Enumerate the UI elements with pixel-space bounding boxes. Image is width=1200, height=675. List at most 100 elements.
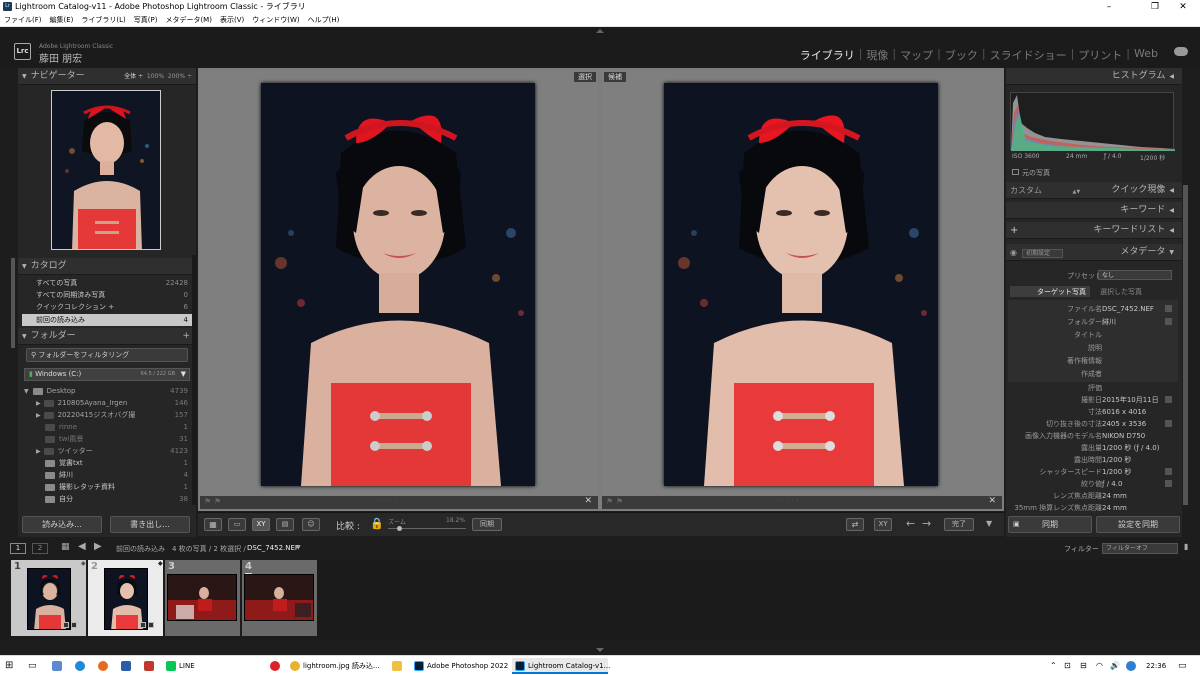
folder-row[interactable]: 覚書txt 1: [22, 457, 192, 469]
tray-chevron-icon[interactable]: ⌃: [1050, 658, 1057, 674]
metadata-preset-dropdown[interactable]: なし: [1098, 270, 1172, 280]
swap-icon[interactable]: ⇄: [846, 518, 864, 531]
left-panel-scrollbar[interactable]: [192, 255, 196, 505]
metadata-row-copyright[interactable]: 著作権情報: [1006, 355, 1176, 367]
cloud-icon[interactable]: [1174, 47, 1188, 56]
folder-row[interactable]: 自分 38: [22, 493, 192, 505]
folder-row[interactable]: ▼ Desktop 4739: [22, 385, 192, 397]
metadata-row-shutter-speed[interactable]: シャッタースピード 1/200 秒: [1006, 466, 1176, 478]
back-arrow-icon[interactable]: ◀: [78, 541, 86, 552]
taskbar-photoshop[interactable]: Adobe Photoshop 2022: [414, 658, 508, 674]
keyword-list-header[interactable]: + キーワードリスト ◀: [1006, 222, 1182, 239]
flag-icon[interactable]: ⚑: [204, 497, 211, 506]
select-pane[interactable]: 選択: [200, 70, 598, 495]
folder-row[interactable]: 撮影レタッチ資料 1: [22, 481, 192, 493]
rating-stars[interactable]: ·····: [375, 497, 400, 504]
metadata-row-creator[interactable]: 作成者: [1006, 368, 1176, 380]
left-panel-handle[interactable]: [11, 258, 15, 348]
maximize-icon[interactable]: ❐: [1142, 1, 1168, 13]
go-to-folder-icon[interactable]: [1165, 318, 1172, 325]
add-keyword-icon[interactable]: +: [1010, 222, 1018, 239]
people-view-icon[interactable]: ☺: [302, 518, 320, 531]
volume-icon[interactable]: 🔊: [1110, 658, 1120, 674]
tray-app-icon[interactable]: ⊟: [1080, 658, 1087, 674]
candidate-pane[interactable]: 候補: [602, 70, 1002, 495]
app-icon[interactable]: [121, 658, 134, 674]
toolbar-menu-chevron-icon[interactable]: ▼: [986, 519, 992, 528]
filmstrip-cell-4[interactable]: 4: [242, 560, 317, 636]
metadata-row-rating[interactable]: 評価: [1006, 382, 1176, 394]
menu-view[interactable]: 表示(V): [220, 15, 244, 25]
metadata-row-title[interactable]: タイトル: [1006, 329, 1176, 341]
module-slideshow[interactable]: スライドショー: [986, 47, 1071, 63]
reject-flag-icon[interactable]: ⚑: [214, 497, 221, 506]
metadata-row-focal-length[interactable]: レンズ焦点距離 24 mm: [1006, 490, 1176, 502]
filter-lock-icon[interactable]: ▮: [1184, 542, 1188, 551]
edge-icon[interactable]: [75, 658, 88, 674]
zoom-slider-thumb[interactable]: [397, 526, 402, 531]
metadata-row-camera-model[interactable]: 画像入力機器のモデル名 NIKON D750: [1006, 430, 1176, 442]
module-print[interactable]: プリント: [1074, 47, 1126, 63]
lock-icon[interactable]: 🔒: [370, 517, 384, 530]
navigator-header[interactable]: ▼ ナビゲーター 全体 ÷ 100% 200% ÷: [18, 68, 196, 85]
triangle-right-icon[interactable]: ▶: [36, 448, 41, 455]
folder-row[interactable]: twi風景 31: [22, 433, 192, 445]
candidate-photo[interactable]: [664, 83, 938, 486]
make-select-icon[interactable]: XY: [874, 518, 892, 531]
rotate-icon[interactable]: ◆: [81, 560, 86, 567]
taskbar-clock[interactable]: 22:36: [1146, 658, 1166, 674]
metadata-row-cropped[interactable]: 切り抜き後の寸法 2405 x 3536: [1006, 418, 1176, 430]
menu-file[interactable]: ファイル(F): [4, 15, 42, 25]
selected-photos-tab[interactable]: 選択した写真: [1100, 286, 1142, 298]
edit-field-icon[interactable]: [1165, 305, 1172, 312]
edit-field-icon[interactable]: [1165, 468, 1172, 475]
reject-flag-icon[interactable]: ⚑: [616, 497, 623, 506]
zoom-100[interactable]: 100%: [147, 73, 164, 80]
metadata-row-aperture[interactable]: 絞り値 ƒ / 4.0: [1006, 478, 1176, 490]
catalog-item-previous-import[interactable]: 前回の読み込み 4: [22, 314, 192, 326]
compare-view-icon[interactable]: XY: [252, 518, 270, 531]
grid-view-icon[interactable]: ▦: [204, 518, 222, 531]
metadata-row-exposure-time[interactable]: 露出時間 1/200 秒: [1006, 454, 1176, 466]
original-photo-checkbox[interactable]: 元の写真: [1012, 168, 1050, 178]
chevron-down-icon[interactable]: ▼: [181, 369, 186, 380]
wifi-icon[interactable]: ◠: [1096, 658, 1103, 674]
sync-toggle-icon[interactable]: ▣: [1013, 517, 1020, 532]
export-button[interactable]: 書き出し...: [110, 516, 190, 533]
taskbar-line[interactable]: LINE: [166, 658, 195, 674]
rotate-icon[interactable]: ◆: [158, 560, 163, 567]
catalog-header[interactable]: ▼ カタログ: [18, 258, 196, 275]
app-icon[interactable]: [52, 658, 65, 674]
menu-help[interactable]: ヘルプ(H): [308, 15, 340, 25]
windows-start-icon[interactable]: ⊞: [5, 658, 13, 674]
folder-row[interactable]: rinne 1: [22, 421, 192, 433]
triangle-down-icon[interactable]: ▼: [24, 388, 29, 395]
main-window-toggle[interactable]: 1: [10, 543, 26, 554]
collapse-top-icon[interactable]: [596, 29, 604, 33]
menu-metadata[interactable]: メタデータ(M): [165, 15, 212, 25]
histogram-graph[interactable]: [1010, 92, 1175, 151]
filmstrip-source[interactable]: 前回の読み込み: [116, 544, 165, 554]
done-button[interactable]: 完了: [944, 518, 974, 531]
folder-row[interactable]: ▶ 20220415ジスオバグ撮 157: [22, 409, 192, 421]
filmstrip-cell-1[interactable]: 1 ◆: [11, 560, 86, 636]
edit-field-icon[interactable]: [1165, 396, 1172, 403]
loupe-view-icon[interactable]: ▭: [228, 518, 246, 531]
tray-app-icon[interactable]: [1126, 658, 1139, 674]
module-library[interactable]: ライブラリ: [796, 47, 859, 63]
zoom-fit[interactable]: 全体 ÷: [124, 73, 143, 80]
taskbar-lightroom[interactable]: Lightroom Catalog-v1...: [512, 658, 610, 674]
zoom-200[interactable]: 200% ÷: [168, 73, 192, 80]
keyword-header[interactable]: キーワード ◀: [1006, 202, 1182, 219]
minimize-icon[interactable]: –: [1096, 1, 1122, 13]
collapse-bottom-icon[interactable]: [596, 648, 604, 652]
filter-dropdown[interactable]: フィルターオフ: [1102, 543, 1178, 554]
metadata-row-filename[interactable]: ファイル名 DSC_7452.NEF: [1006, 303, 1176, 315]
catalog-item-synced[interactable]: すべての同期済み写真 0: [22, 289, 192, 301]
close-icon[interactable]: ✕: [1170, 1, 1196, 13]
filmstrip-cell-2[interactable]: 2 ◆: [88, 560, 163, 636]
second-window-toggle[interactable]: 2: [32, 543, 48, 554]
network-icon[interactable]: ⊡: [1064, 658, 1071, 674]
menu-window[interactable]: ウィンドウ(W): [252, 15, 299, 25]
metadata-preset-select[interactable]: ◉ 初期設定: [1010, 244, 1064, 262]
